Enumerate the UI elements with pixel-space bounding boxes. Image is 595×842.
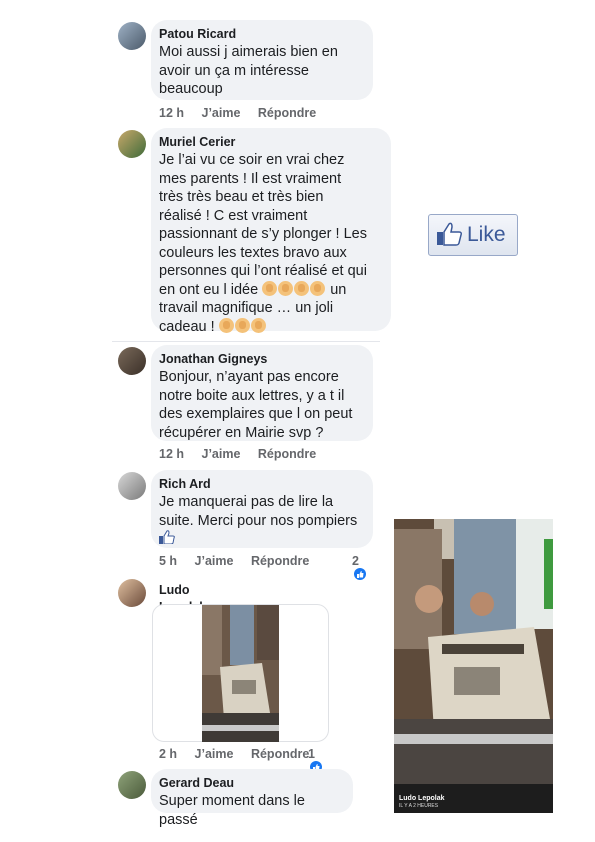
- comment-author[interactable]: Patou Ricard: [159, 26, 361, 43]
- attached-photo-thumbnail: [202, 605, 279, 742]
- reply-link[interactable]: Répondre: [251, 747, 309, 761]
- avatar[interactable]: [118, 130, 146, 158]
- comment-author[interactable]: Jonathan Gigneys: [159, 351, 361, 368]
- photo-author: Ludo Lepolak: [399, 795, 445, 802]
- avatar[interactable]: [118, 22, 146, 50]
- comment-time[interactable]: 12 h: [159, 447, 184, 461]
- comment-time[interactable]: 5 h: [159, 554, 177, 568]
- comment-text-part: Je l’ai vu ce soir en vrai chez mes pare…: [159, 152, 367, 298]
- reply-link[interactable]: Répondre: [258, 447, 316, 461]
- comment-bubble: Jonathan Gigneys Bonjour, n’ayant pas en…: [151, 345, 373, 441]
- comment-text: Je l’ai vu ce soir en vrai chez mes pare…: [159, 151, 379, 336]
- thumbs-up-icon: [437, 222, 462, 246]
- comment-actions: 12 h J’aime Répondre: [159, 447, 330, 461]
- clapping-hands-icon: [262, 280, 326, 298]
- attached-photo[interactable]: [152, 604, 329, 742]
- comment-time[interactable]: 2 h: [159, 747, 177, 761]
- like-reaction-icon: [354, 568, 366, 580]
- reaction-number: 2: [352, 554, 359, 568]
- comment-author[interactable]: Muriel Cerier: [159, 134, 379, 151]
- comment-text: Je manquerai pas de lire la suite. Merci…: [159, 494, 358, 529]
- avatar[interactable]: [118, 347, 146, 375]
- like-link[interactable]: J’aime: [202, 447, 241, 461]
- comment-actions: 12 h J’aime Répondre: [159, 106, 330, 120]
- comment-bubble: Muriel Cerier Je l’ai vu ce soir en vrai…: [151, 128, 391, 335]
- comment-text: Bonjour, n’ayant pas encore notre boite …: [159, 369, 353, 441]
- reaction-number: 1: [308, 747, 315, 761]
- comment-text: Super moment dans le passé: [159, 793, 305, 828]
- clapping-hands-icon: [218, 317, 267, 335]
- avatar[interactable]: [118, 472, 146, 500]
- reply-link[interactable]: Répondre: [251, 554, 309, 568]
- comment-author[interactable]: Rich Ard: [159, 476, 361, 493]
- comment-text: Moi aussi j aimerais bien en avoir un ça…: [159, 44, 338, 97]
- story-photo[interactable]: Ludo Lepolak IL Y A 2 HEURES: [394, 519, 553, 813]
- comment-time[interactable]: 12 h: [159, 106, 184, 120]
- avatar[interactable]: [118, 771, 146, 799]
- reaction-count[interactable]: 2: [352, 554, 366, 582]
- comment-bubble: Patou Ricard Moi aussi j aimerais bien e…: [151, 20, 373, 100]
- comment-bubble: Gerard Deau Super moment dans le passé: [151, 769, 353, 828]
- photo-time: IL Y A 2 HEURES: [399, 803, 439, 809]
- like-link[interactable]: J’aime: [202, 106, 241, 120]
- divider: [112, 341, 380, 342]
- like-link[interactable]: J’aime: [195, 554, 234, 568]
- thumbs-up-icon: [159, 530, 175, 545]
- comment-author[interactable]: Gerard Deau: [159, 775, 341, 792]
- like-link[interactable]: J’aime: [195, 747, 234, 761]
- comment-bubble: Rich Ard Je manquerai pas de lire la sui…: [151, 470, 373, 548]
- like-button[interactable]: Like: [428, 214, 518, 256]
- story-photo-image: [394, 519, 553, 813]
- avatar[interactable]: [118, 579, 146, 607]
- comment-actions: 2 h J’aime Répondre: [159, 747, 323, 761]
- comment-actions: 5 h J’aime Répondre: [159, 554, 323, 568]
- reply-link[interactable]: Répondre: [258, 106, 316, 120]
- like-button-label: Like: [467, 223, 506, 246]
